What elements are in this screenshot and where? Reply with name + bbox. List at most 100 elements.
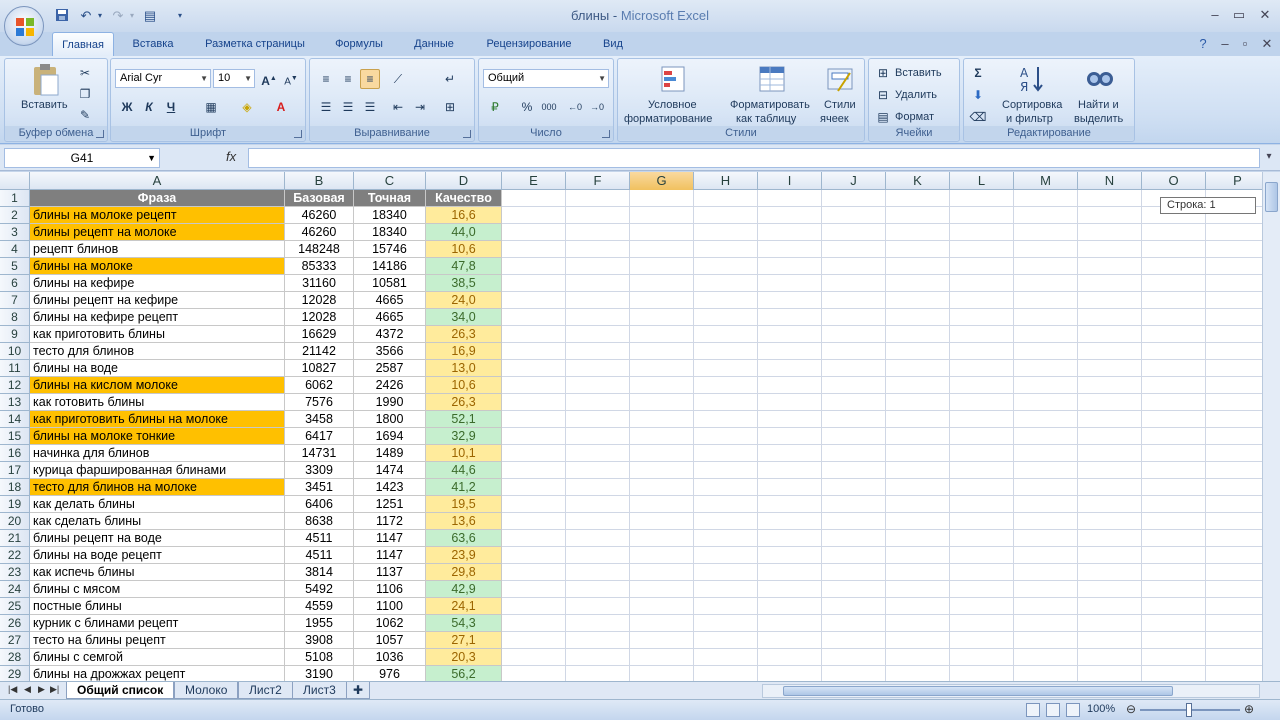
clipboard-launcher-icon[interactable]: [96, 130, 104, 138]
base-frequency-cell[interactable]: 7576: [285, 394, 354, 411]
row-header[interactable]: 22: [0, 547, 30, 564]
base-frequency-cell[interactable]: 14731: [285, 445, 354, 462]
column-header-j[interactable]: J: [822, 172, 886, 190]
exact-frequency-cell[interactable]: 2587: [354, 360, 426, 377]
sheet-tab-milk[interactable]: Молоко: [174, 682, 239, 699]
cut-icon[interactable]: ✂: [75, 63, 95, 83]
merge-center-icon[interactable]: ⊞: [440, 97, 460, 117]
column-header-o[interactable]: O: [1142, 172, 1206, 190]
number-format-select[interactable]: Общий ▼: [483, 69, 609, 88]
row-header[interactable]: 23: [0, 564, 30, 581]
quality-cell[interactable]: 32,9: [426, 428, 502, 445]
find-select-label-1[interactable]: Найти и: [1078, 99, 1119, 111]
quality-cell[interactable]: 19,5: [426, 496, 502, 513]
base-frequency-cell[interactable]: 5108: [285, 649, 354, 666]
quality-cell[interactable]: 10,6: [426, 241, 502, 258]
thousands-button[interactable]: 000: [539, 97, 559, 117]
format-cells-icon[interactable]: ▤: [873, 107, 893, 127]
workbook-close-icon[interactable]: ✕: [1256, 35, 1278, 53]
column-header-f[interactable]: F: [566, 172, 630, 190]
row-header[interactable]: 15: [0, 428, 30, 445]
phrase-cell[interactable]: блины на молоке тонкие: [30, 428, 285, 445]
page-break-view-icon[interactable]: [1066, 703, 1080, 717]
paste-label[interactable]: Вставить: [21, 99, 68, 111]
row-header[interactable]: 10: [0, 343, 30, 360]
exact-frequency-cell[interactable]: 1800: [354, 411, 426, 428]
quality-cell[interactable]: 54,3: [426, 615, 502, 632]
exact-frequency-cell[interactable]: 1489: [354, 445, 426, 462]
base-frequency-cell[interactable]: 1955: [285, 615, 354, 632]
exact-frequency-cell[interactable]: 1251: [354, 496, 426, 513]
exact-frequency-cell[interactable]: 4372: [354, 326, 426, 343]
phrase-cell[interactable]: курица фаршированная блинами: [30, 462, 285, 479]
row-header[interactable]: 28: [0, 649, 30, 666]
minimize-icon[interactable]: –: [1204, 6, 1226, 24]
phrase-cell[interactable]: постные блины: [30, 598, 285, 615]
quality-cell[interactable]: 41,2: [426, 479, 502, 496]
quality-cell[interactable]: 29,8: [426, 564, 502, 581]
quality-cell[interactable]: 47,8: [426, 258, 502, 275]
phrase-cell[interactable]: блины на кислом молоке: [30, 377, 285, 394]
base-frequency-cell[interactable]: 8638: [285, 513, 354, 530]
phrase-cell[interactable]: блины с мясом: [30, 581, 285, 598]
exact-frequency-cell[interactable]: 1474: [354, 462, 426, 479]
cell-styles-label-2[interactable]: ячеек: [820, 113, 849, 125]
vertical-scrollbar[interactable]: [1262, 172, 1280, 681]
base-frequency-cell[interactable]: 31160: [285, 275, 354, 292]
base-frequency-cell[interactable]: 12028: [285, 309, 354, 326]
column-header-n[interactable]: N: [1078, 172, 1142, 190]
align-middle-icon[interactable]: ≡: [338, 69, 358, 89]
row-header[interactable]: 18: [0, 479, 30, 496]
row-header[interactable]: 17: [0, 462, 30, 479]
phrase-cell[interactable]: блины рецепт на кефире: [30, 292, 285, 309]
base-frequency-cell[interactable]: 21142: [285, 343, 354, 360]
column-header-p[interactable]: P: [1206, 172, 1262, 190]
borders-icon[interactable]: ▦: [201, 97, 221, 117]
base-frequency-cell[interactable]: 5492: [285, 581, 354, 598]
row-header[interactable]: 14: [0, 411, 30, 428]
exact-frequency-cell[interactable]: 1100: [354, 598, 426, 615]
horizontal-scrollbar[interactable]: [762, 684, 1260, 698]
zoom-level[interactable]: 100%: [1087, 703, 1115, 715]
number-launcher-icon[interactable]: [602, 130, 610, 138]
quality-cell[interactable]: 44,6: [426, 462, 502, 479]
column-header-l[interactable]: L: [950, 172, 1014, 190]
format-cells-label[interactable]: Формат: [895, 111, 934, 123]
quality-cell[interactable]: 16,6: [426, 207, 502, 224]
cell-styles-icon[interactable]: [824, 63, 856, 95]
zoom-slider-handle[interactable]: [1186, 703, 1192, 717]
phrase-cell[interactable]: блины на дрожжах рецепт: [30, 666, 285, 681]
format-as-table-label-2[interactable]: как таблицу: [736, 113, 796, 125]
row-header[interactable]: 5: [0, 258, 30, 275]
row-header[interactable]: 3: [0, 224, 30, 241]
row-header[interactable]: 12: [0, 377, 30, 394]
horizontal-scroll-thumb[interactable]: [783, 686, 1173, 696]
quality-cell[interactable]: 56,2: [426, 666, 502, 681]
align-center-icon[interactable]: ☰: [338, 97, 358, 117]
exact-frequency-cell[interactable]: 4665: [354, 309, 426, 326]
base-frequency-cell[interactable]: 4511: [285, 547, 354, 564]
exact-frequency-cell[interactable]: 4665: [354, 292, 426, 309]
row-header[interactable]: 8: [0, 309, 30, 326]
phrase-cell[interactable]: как сделать блины: [30, 513, 285, 530]
quality-cell[interactable]: 44,0: [426, 224, 502, 241]
base-frequency-cell[interactable]: 3814: [285, 564, 354, 581]
row-header[interactable]: 20: [0, 513, 30, 530]
shrink-font-icon[interactable]: A▼: [281, 69, 301, 89]
quality-cell[interactable]: 52,1: [426, 411, 502, 428]
quality-cell[interactable]: 27,1: [426, 632, 502, 649]
base-frequency-cell[interactable]: 4559: [285, 598, 354, 615]
column-header-h[interactable]: H: [694, 172, 758, 190]
quality-cell[interactable]: 24,0: [426, 292, 502, 309]
phrase-cell[interactable]: как готовить блины: [30, 394, 285, 411]
decrease-indent-icon[interactable]: ⇤: [388, 97, 408, 117]
phrase-cell[interactable]: тесто для блинов: [30, 343, 285, 360]
grow-font-icon[interactable]: A▲: [259, 69, 279, 89]
formula-input[interactable]: [248, 148, 1260, 168]
phrase-cell[interactable]: тесто для блинов на молоке: [30, 479, 285, 496]
exact-frequency-cell[interactable]: 1694: [354, 428, 426, 445]
ribbon-minimize-icon[interactable]: –: [1214, 35, 1236, 53]
italic-button[interactable]: К: [139, 97, 159, 117]
base-frequency-cell[interactable]: 6417: [285, 428, 354, 445]
row-header[interactable]: 24: [0, 581, 30, 598]
